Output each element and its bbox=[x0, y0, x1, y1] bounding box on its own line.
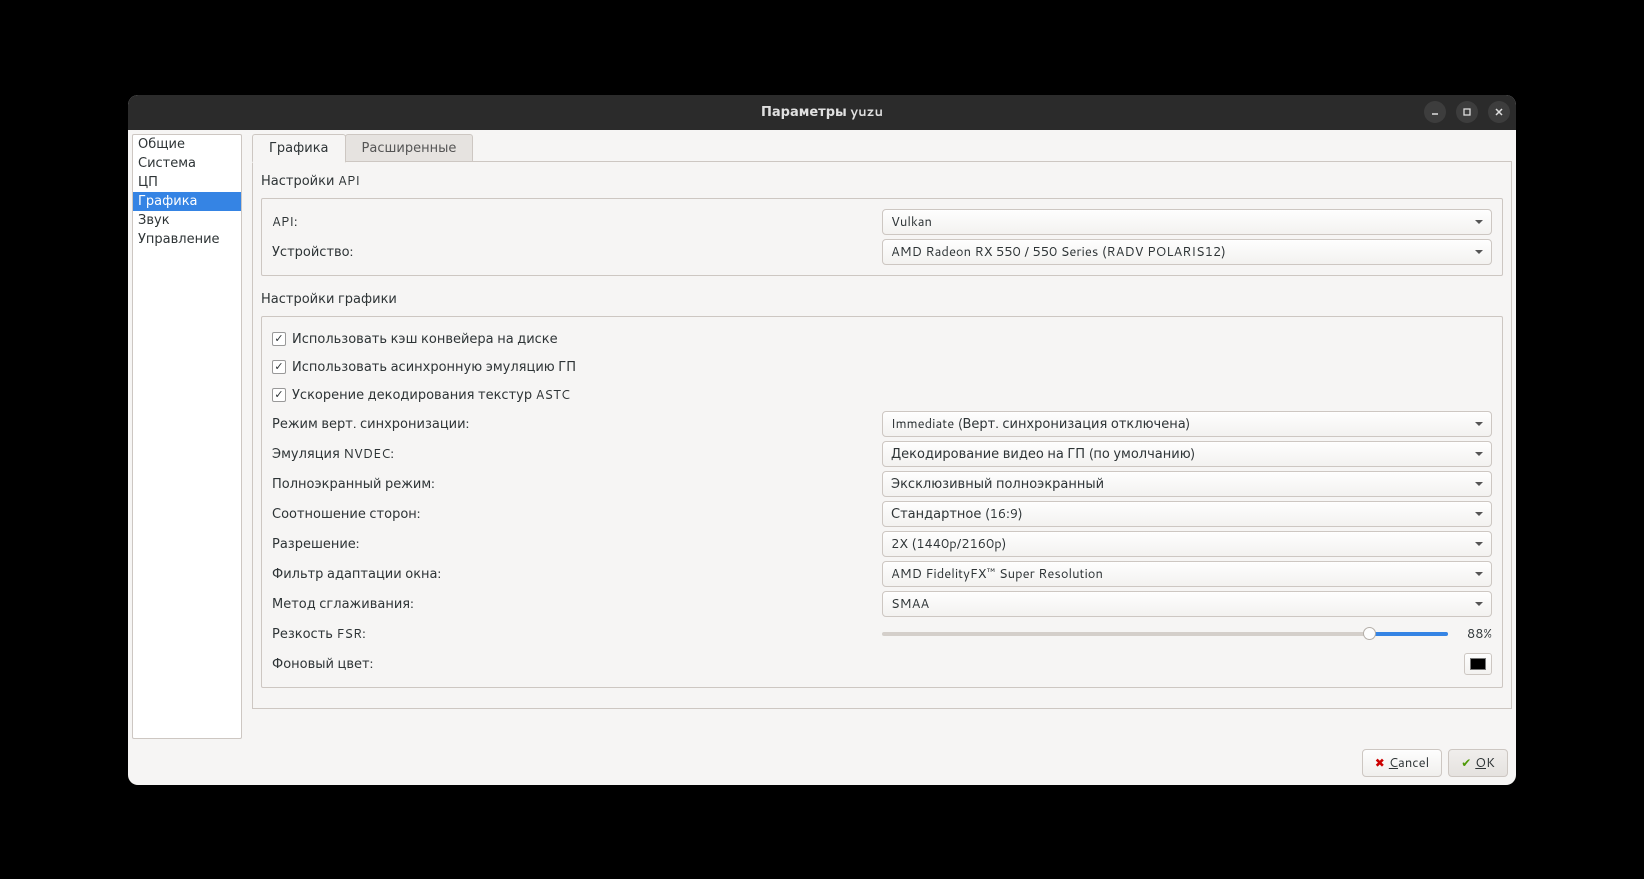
vsync-combo[interactable]: Immediate (Верт. синхронизация отключена… bbox=[882, 411, 1492, 437]
fullscreen-label: Полноэкранный режим: bbox=[272, 475, 882, 493]
filter-combo[interactable]: AMD FidelityFX™ Super Resolution bbox=[882, 561, 1492, 587]
sidebar-item-general[interactable]: Общие bbox=[133, 135, 241, 154]
aa-label: Метод сглаживания: bbox=[272, 595, 882, 613]
ok-icon: ✔ bbox=[1461, 754, 1471, 771]
bg-color-label: Фоновый цвет: bbox=[272, 655, 882, 673]
device-combo[interactable]: AMD Radeon RX 550 / 550 Series (RADV POL… bbox=[882, 239, 1492, 265]
pipeline-cache-checkbox[interactable]: Использовать кэш конвейера на диске bbox=[272, 325, 1492, 353]
gfx-group: Использовать кэш конвейера на диске Испо… bbox=[261, 316, 1503, 688]
tab-panel-graphics: Настройки API API: Vulkan Устройство: AM… bbox=[252, 161, 1512, 709]
bg-color-button[interactable] bbox=[1464, 653, 1492, 675]
resolution-combo[interactable]: 2X (1440p/2160p) bbox=[882, 531, 1492, 557]
window-title: Параметры yuzu bbox=[761, 103, 883, 121]
titlebar: Параметры yuzu bbox=[128, 95, 1516, 130]
tab-bar: Графика Расширенные bbox=[252, 134, 1512, 162]
api-group: API: Vulkan Устройство: AMD Radeon RX 55… bbox=[261, 198, 1503, 276]
ok-button[interactable]: ✔ OK bbox=[1448, 749, 1508, 777]
filter-label: Фильтр адаптации окна: bbox=[272, 565, 882, 583]
maximize-button[interactable] bbox=[1456, 101, 1478, 123]
api-section-title: Настройки API bbox=[261, 172, 1503, 190]
aspect-combo[interactable]: Стандартное (16:9) bbox=[882, 501, 1492, 527]
astc-checkbox[interactable]: Ускорение декодирования текстур ASTC bbox=[272, 381, 1492, 409]
close-button[interactable] bbox=[1488, 101, 1510, 123]
tab-graphics[interactable]: Графика bbox=[252, 134, 346, 163]
api-combo[interactable]: Vulkan bbox=[882, 209, 1492, 235]
vsync-label: Режим верт. синхронизации: bbox=[272, 415, 882, 433]
dialog-buttons: ✖ Cancel ✔ OK bbox=[128, 743, 1516, 785]
color-preview bbox=[1470, 658, 1486, 670]
checkbox-icon bbox=[272, 360, 286, 374]
fsr-label: Резкость FSR: bbox=[272, 625, 882, 643]
nvdec-label: Эмуляция NVDEC: bbox=[272, 445, 882, 463]
gfx-section-title: Настройки графики bbox=[261, 290, 1503, 308]
checkbox-icon bbox=[272, 332, 286, 346]
slider-thumb[interactable] bbox=[1363, 627, 1376, 640]
sidebar-item-graphics[interactable]: Графика bbox=[133, 192, 241, 211]
fullscreen-combo[interactable]: Эксклюзивный полноэкранный bbox=[882, 471, 1492, 497]
sidebar-item-system[interactable]: Система bbox=[133, 154, 241, 173]
nvdec-combo[interactable]: Декодирование видео на ГП (по умолчанию) bbox=[882, 441, 1492, 467]
aspect-label: Соотношение сторон: bbox=[272, 505, 882, 523]
fsr-slider[interactable] bbox=[882, 632, 1448, 636]
cancel-button[interactable]: ✖ Cancel bbox=[1362, 749, 1442, 777]
cancel-icon: ✖ bbox=[1375, 754, 1385, 771]
async-gpu-checkbox[interactable]: Использовать асинхронную эмуляцию ГП bbox=[272, 353, 1492, 381]
device-label: Устройство: bbox=[272, 243, 882, 261]
sidebar-item-controls[interactable]: Управление bbox=[133, 230, 241, 249]
api-label: API: bbox=[272, 213, 882, 231]
settings-window: Параметры yuzu Общие Система ЦП Графика … bbox=[128, 95, 1516, 785]
main-panel: Графика Расширенные Настройки API API: V… bbox=[252, 134, 1512, 739]
resolution-label: Разрешение: bbox=[272, 535, 882, 553]
minimize-button[interactable] bbox=[1424, 101, 1446, 123]
aa-combo[interactable]: SMAA bbox=[882, 591, 1492, 617]
category-sidebar: Общие Система ЦП Графика Звук Управление bbox=[132, 134, 242, 739]
checkbox-icon bbox=[272, 388, 286, 402]
tab-advanced[interactable]: Расширенные bbox=[345, 134, 474, 162]
sidebar-item-audio[interactable]: Звук bbox=[133, 211, 241, 230]
window-controls bbox=[1424, 101, 1510, 123]
sidebar-item-cpu[interactable]: ЦП bbox=[133, 173, 241, 192]
fsr-value: 88% bbox=[1456, 625, 1492, 643]
